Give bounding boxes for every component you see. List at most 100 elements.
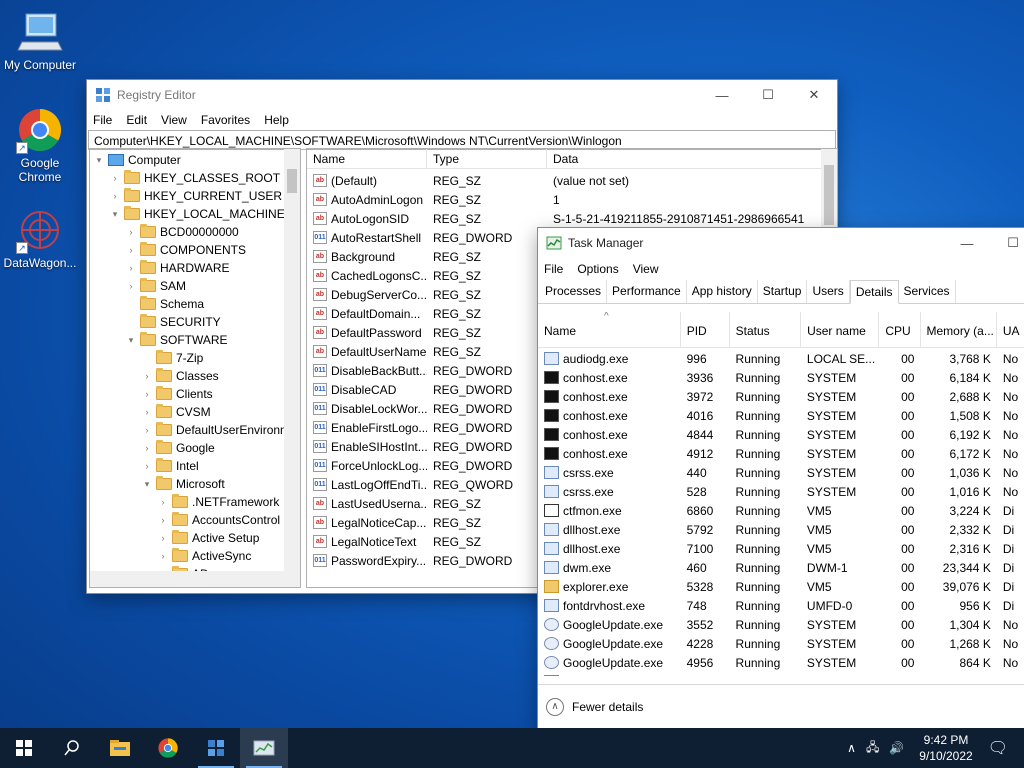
chevron-right-icon[interactable]: › [142,421,152,439]
title-bar[interactable]: Registry Editor — ☐ ✕ [87,80,837,110]
volume-icon[interactable]: 🔊 [889,741,904,755]
tree-item[interactable]: › Google [90,439,300,457]
notification-icon[interactable]: 🗨 [988,738,1008,758]
chevron-right-icon[interactable]: › [110,187,120,205]
taskbar-chrome[interactable] [144,728,192,768]
process-row[interactable]: conhost.exe 4844 Running SYSTEM 00 6,192 K No [538,425,1024,444]
column-header-memory[interactable]: Memory (a... [921,312,997,347]
value-row[interactable]: ab AutoAdminLogon REG_SZ 1 [307,190,837,209]
process-row[interactable]: conhost.exe 4016 Running SYSTEM 00 1,508 K No [538,406,1024,425]
menu-view[interactable]: View [161,113,187,127]
menu-help[interactable]: Help [264,113,289,127]
desktop-icon-google-chrome[interactable]: ↗ Google Chrome [0,106,80,184]
tab-startup[interactable]: Startup [758,280,808,303]
tree-item[interactable]: › Intel [90,457,300,475]
process-row[interactable]: explorer.exe 5328 Running VM5 00 39,076 K Di [538,577,1024,596]
process-row[interactable]: fontdrvhost.exe 748 Running UMFD-0 00 956 K Di [538,596,1024,615]
column-header-user-name[interactable]: User name [801,312,880,347]
desktop-icon-datawagon[interactable]: ↗ DataWagon... [0,206,80,270]
tree-item[interactable]: ▾ SOFTWARE [90,331,300,349]
tree-item[interactable]: › DefaultUserEnvironn [90,421,300,439]
process-row[interactable]: dwm.exe 460 Running DWM-1 00 23,344 K Di [538,558,1024,577]
process-row[interactable]: conhost.exe 3936 Running SYSTEM 00 6,184 K No [538,368,1024,387]
value-row[interactable]: ab AutoLogonSID REG_SZ S-1-5-21-419211855-2… [307,209,837,228]
tree-item[interactable]: › Classes [90,367,300,385]
tree-item[interactable]: Schema [90,295,300,313]
title-bar[interactable]: Task Manager — ☐ [538,228,1024,258]
tree-item[interactable]: › BCD00000000 [90,223,300,241]
minimize-button[interactable]: — [699,80,745,110]
tab-processes[interactable]: Processes [540,280,608,303]
chevron-right-icon[interactable]: › [142,439,152,457]
tree-item[interactable]: › ActiveSync [90,547,300,565]
chevron-right-icon[interactable]: › [142,457,152,475]
menu-options[interactable]: Options [577,262,618,276]
process-row[interactable]: csrss.exe 440 Running SYSTEM 00 1,036 K No [538,463,1024,482]
process-row[interactable]: conhost.exe 4912 Running SYSTEM 00 6,172 K No [538,444,1024,463]
chevron-right-icon[interactable]: › [158,493,168,511]
close-button[interactable]: ✕ [791,80,837,110]
tree-horizontal-scrollbar[interactable] [90,571,300,587]
tree-item[interactable]: SECURITY [90,313,300,331]
tab-services[interactable]: Services [899,280,956,303]
process-row[interactable]: dllhost.exe 7100 Running VM5 00 2,316 K Di [538,539,1024,558]
taskbar-registry-editor[interactable] [192,728,240,768]
column-header-pid[interactable]: PID [681,312,730,347]
chevron-down-icon[interactable]: ▾ [142,475,152,493]
taskbar-task-manager[interactable] [240,728,288,768]
process-row[interactable]: ctfmon.exe 6860 Running VM5 00 3,224 K Di [538,501,1024,520]
tab-performance[interactable]: Performance [607,280,687,303]
tree-item[interactable]: › Clients [90,385,300,403]
tree-item[interactable]: › Active Setup [90,529,300,547]
tree-item[interactable]: › .NETFramework [90,493,300,511]
chevron-up-icon[interactable]: ∧ [847,741,856,755]
tree-item[interactable]: › SAM [90,277,300,295]
chevron-down-icon[interactable]: ▾ [126,331,136,349]
chevron-right-icon[interactable]: › [158,511,168,529]
column-header-name[interactable]: Name [538,312,681,347]
maximize-button[interactable]: ☐ [990,228,1024,258]
chevron-up-icon[interactable]: ∧ [546,697,564,716]
process-row[interactable]: lsass.exe 628RunningSYSTEM005,864 KNo [538,672,1024,676]
chevron-right-icon[interactable]: › [158,529,168,547]
tree-item[interactable]: ▾ Microsoft [90,475,300,493]
fewer-details-link[interactable]: Fewer details [572,700,643,714]
tab-app-history[interactable]: App history [687,280,758,303]
menu-view[interactable]: View [633,262,659,276]
desktop-icon-my-computer[interactable]: My Computer [0,8,80,72]
chevron-right-icon[interactable]: › [142,385,152,403]
chevron-right-icon[interactable]: › [126,241,136,259]
tree-item[interactable]: › HKEY_CLASSES_ROOT [90,169,300,187]
process-row[interactable]: csrss.exe 528 Running SYSTEM 00 1,016 K No [538,482,1024,501]
tree-vertical-scrollbar[interactable] [284,149,300,571]
chevron-right-icon[interactable]: › [110,169,120,187]
tree-item[interactable]: › COMPONENTS [90,241,300,259]
column-header-ua[interactable]: UA [997,312,1024,347]
chevron-down-icon[interactable]: ▾ [110,205,120,223]
column-header-cpu[interactable]: CPU [879,312,921,347]
minimize-button[interactable]: — [944,228,990,258]
tree-item[interactable]: ▾ HKEY_LOCAL_MACHINE [90,205,300,223]
network-icon[interactable]: 🖧 [866,738,879,759]
start-button[interactable] [0,728,48,768]
taskbar-file-explorer[interactable] [96,728,144,768]
column-header-data[interactable]: Data [547,149,837,168]
tree-item[interactable]: › AccountsControl [90,511,300,529]
process-row[interactable]: GoogleUpdate.exe 4228 Running SYSTEM 00 1,268… [538,634,1024,653]
chevron-right-icon[interactable]: › [126,259,136,277]
process-row[interactable]: audiodg.exe 996 Running LOCAL SE... 00 3,768 … [538,349,1024,368]
chevron-right-icon[interactable]: › [142,403,152,421]
value-row[interactable]: ab (Default) REG_SZ (value not set) [307,171,837,190]
menu-favorites[interactable]: Favorites [201,113,250,127]
process-row[interactable]: conhost.exe 3972 Running SYSTEM 00 2,688 K No [538,387,1024,406]
chevron-right-icon[interactable]: › [142,367,152,385]
chevron-down-icon[interactable]: ▾ [94,151,104,169]
tree-item[interactable]: › HKEY_CURRENT_USER [90,187,300,205]
process-row[interactable]: GoogleUpdate.exe 3552 Running SYSTEM 00 1,304… [538,615,1024,634]
tab-details[interactable]: Details [849,280,899,304]
tree-item[interactable]: 7-Zip [90,349,300,367]
search-button[interactable] [48,728,96,768]
menu-file[interactable]: File [93,113,112,127]
column-header-type[interactable]: Type [427,149,547,168]
scroll-thumb[interactable] [287,169,297,193]
